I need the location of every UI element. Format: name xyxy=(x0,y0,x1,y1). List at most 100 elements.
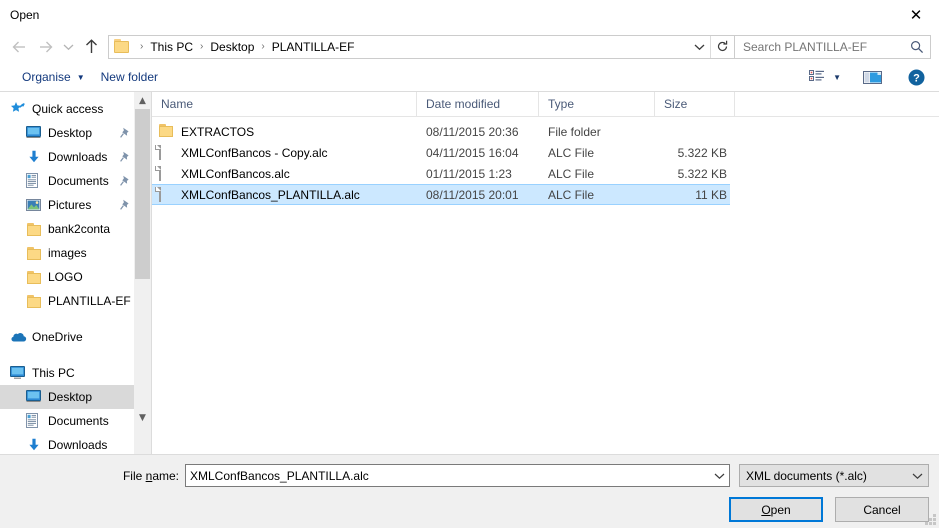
breadcrumb-item-desktop[interactable]: Desktop xyxy=(208,40,256,54)
table-row[interactable]: XMLConfBancos - Copy.alc 04/11/2015 16:0… xyxy=(152,142,730,163)
address-bar[interactable]: › This PC › Desktop › PLANTILLA-EF xyxy=(108,34,735,59)
file-name-label-pre: File xyxy=(122,468,146,483)
download-icon xyxy=(26,438,48,453)
refresh-button[interactable] xyxy=(710,35,734,58)
sidebar-item-pictures-quick[interactable]: Pictures xyxy=(0,193,135,217)
file-name-label-post: ame: xyxy=(152,468,179,483)
dialog-body: Quick access Desktop Downloads Documents… xyxy=(0,92,939,455)
recent-locations-button[interactable] xyxy=(58,34,78,60)
sidebar-item-desktop-quick[interactable]: Desktop xyxy=(0,121,135,145)
sidebar-item-plantilla-ef[interactable]: PLANTILLA-EF xyxy=(0,289,135,313)
arrow-up-icon xyxy=(85,38,97,53)
file-name-dropdown-button[interactable] xyxy=(709,472,729,480)
address-folder-icon xyxy=(114,39,132,54)
open-button[interactable]: Open xyxy=(729,497,823,522)
breadcrumb-item-plantilla-ef[interactable]: PLANTILLA-EF xyxy=(270,40,357,54)
help-button[interactable]: ? xyxy=(903,65,929,89)
change-view-button[interactable]: ▼ xyxy=(805,65,845,89)
cancel-button[interactable]: Cancel xyxy=(835,497,929,522)
help-icon: ? xyxy=(908,69,924,85)
sidebar-scroll-thumb[interactable] xyxy=(135,109,150,279)
file-name-cell: XMLConfBancos_PLANTILLA.alc xyxy=(152,186,417,203)
sidebar-item-downloads-quick[interactable]: Downloads xyxy=(0,145,135,169)
breadcrumb-item-this-pc[interactable]: This PC xyxy=(148,40,195,54)
sidebar-item-images[interactable]: images xyxy=(0,241,135,265)
file-name-combobox[interactable] xyxy=(185,464,730,487)
sidebar-item-desktop-thispc[interactable]: Desktop xyxy=(0,385,135,409)
sidebar-item-documents-thispc[interactable]: Documents xyxy=(0,409,135,433)
file-name-label: XMLConfBancos.alc xyxy=(181,166,290,181)
search-input[interactable] xyxy=(743,39,908,54)
search-icon[interactable] xyxy=(908,40,926,54)
document-icon xyxy=(158,144,174,161)
sidebar-scroll-up-button[interactable]: ▲ xyxy=(134,92,151,109)
back-button[interactable] xyxy=(6,34,32,60)
title-bar: Open ✕ xyxy=(0,0,939,30)
new-folder-button[interactable]: New folder xyxy=(93,66,166,88)
chevron-down-icon[interactable] xyxy=(906,472,928,480)
column-header-type[interactable]: Type xyxy=(539,92,655,116)
close-button[interactable]: ✕ xyxy=(893,0,939,30)
sidebar-group-onedrive[interactable]: OneDrive xyxy=(0,325,135,349)
dialog-footer: File name: XML documents (*.alc) xyxy=(0,455,939,528)
document-icon xyxy=(158,165,174,182)
arrow-left-icon xyxy=(12,41,25,52)
pin-icon[interactable] xyxy=(120,151,131,165)
sidebar-item-label: Downloads xyxy=(48,438,108,452)
sidebar-group-quick-access[interactable]: Quick access xyxy=(0,97,135,121)
resize-grip[interactable] xyxy=(924,513,936,525)
onedrive-icon xyxy=(10,331,32,343)
file-date-cell: 08/11/2015 20:01 xyxy=(426,187,519,202)
sidebar-group-this-pc[interactable]: This PC xyxy=(0,361,135,385)
preview-pane-icon xyxy=(863,70,882,84)
open-accel: O xyxy=(761,502,771,517)
table-row[interactable]: XMLConfBancos.alc 01/11/2015 1:23 ALC Fi… xyxy=(152,163,730,184)
list-view-icon xyxy=(809,69,825,81)
column-header-filler xyxy=(735,92,939,116)
file-date-cell: 08/11/2015 20:36 xyxy=(426,124,519,139)
chevron-down-icon xyxy=(694,44,704,50)
address-dropdown-button[interactable] xyxy=(688,36,710,58)
column-header-label: Name xyxy=(161,97,194,111)
desktop-icon xyxy=(26,126,48,140)
column-header-label: Date modified xyxy=(426,97,501,111)
folder-icon xyxy=(26,294,48,308)
command-bar: Organise ▼ New folder ▼ ? xyxy=(0,63,939,92)
up-button[interactable] xyxy=(78,34,104,60)
folder-icon xyxy=(26,270,48,284)
cancel-label: Cancel xyxy=(863,502,901,517)
table-row[interactable]: XMLConfBancos_PLANTILLA.alc 08/11/2015 2… xyxy=(152,184,730,205)
command-bar-right: ▼ ? xyxy=(805,65,929,89)
file-date-cell: 04/11/2015 16:04 xyxy=(426,145,519,160)
preview-pane-button[interactable] xyxy=(859,65,887,89)
sidebar-item-label: This PC xyxy=(32,366,75,380)
sidebar-item-downloads-thispc[interactable]: Downloads xyxy=(0,433,135,454)
sidebar-item-documents-quick[interactable]: Documents xyxy=(0,169,135,193)
table-row[interactable]: EXTRACTOS 08/11/2015 20:36 File folder xyxy=(152,121,730,142)
download-icon xyxy=(26,150,48,165)
pin-icon[interactable] xyxy=(120,175,131,189)
organise-label: Organise xyxy=(22,70,71,84)
file-name-label: EXTRACTOS xyxy=(181,124,255,139)
pin-icon[interactable] xyxy=(120,199,131,213)
file-name-input[interactable] xyxy=(186,468,709,483)
column-header-name[interactable]: Name ˄ xyxy=(152,92,417,116)
sidebar-item-label: Desktop xyxy=(48,126,93,140)
pin-icon[interactable] xyxy=(120,127,131,141)
file-type-filter-value: XML documents (*.alc) xyxy=(746,468,867,483)
sidebar-item-logo[interactable]: LOGO xyxy=(0,265,135,289)
search-box[interactable] xyxy=(735,34,931,59)
file-size-cell: 5.322 KB xyxy=(677,166,727,181)
file-rows: EXTRACTOS 08/11/2015 20:36 File folder X… xyxy=(152,117,939,454)
column-header-label: Type xyxy=(548,97,575,111)
sidebar-item-bank2conta[interactable]: bank2conta xyxy=(0,217,135,241)
folder-icon xyxy=(26,222,48,236)
column-header-size[interactable]: Size xyxy=(655,92,735,116)
column-header-date-modified[interactable]: Date modified xyxy=(417,92,539,116)
chevron-down-icon: ▼ xyxy=(833,72,841,82)
file-type-filter-dropdown[interactable]: XML documents (*.alc) xyxy=(739,464,929,487)
organise-menu-button[interactable]: Organise ▼ xyxy=(14,66,93,88)
forward-button[interactable] xyxy=(32,34,58,60)
sidebar-scroll-down-button[interactable]: ▼ xyxy=(134,381,151,454)
